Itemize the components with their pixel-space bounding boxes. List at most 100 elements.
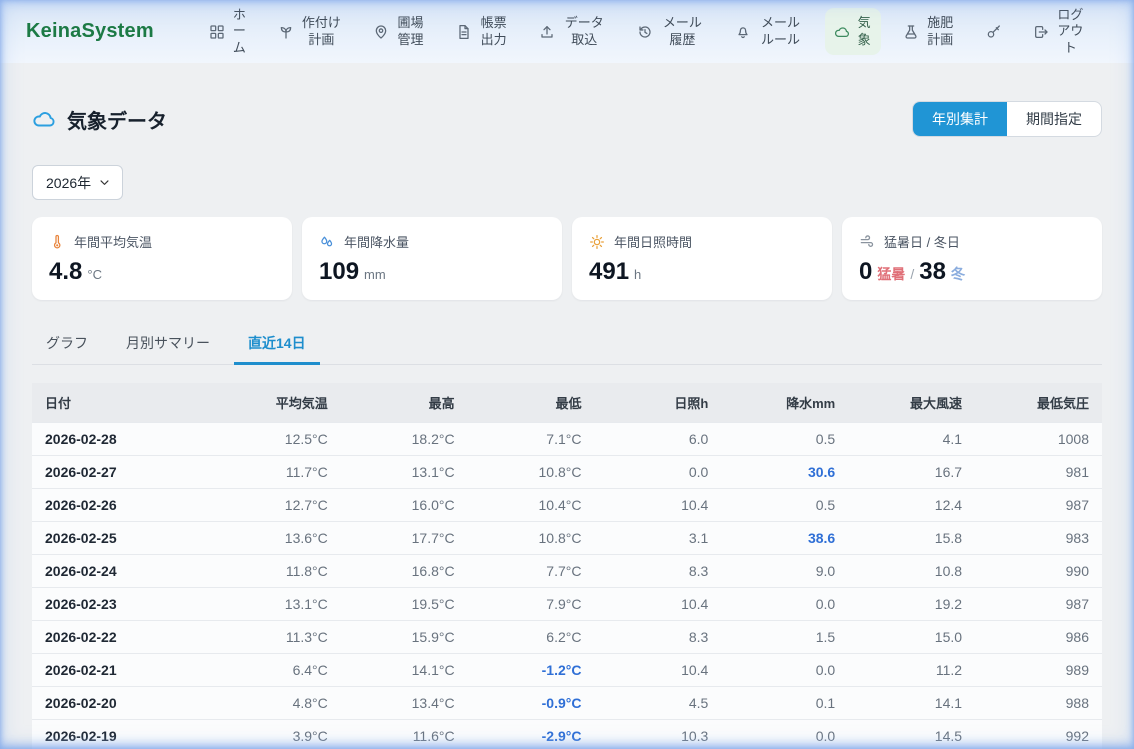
table-cell: 1.5 bbox=[721, 621, 848, 654]
date-cell: 2026-02-28 bbox=[32, 423, 214, 456]
table-row: 2026-02-2513.6°C17.7°C10.8°C3.138.615.89… bbox=[32, 522, 1102, 555]
stat-value-hot: 猛暑 bbox=[877, 264, 905, 284]
date-cell: 2026-02-20 bbox=[32, 687, 214, 720]
nav-item-label: データ取込 bbox=[562, 15, 606, 48]
table-cell: 15.0 bbox=[848, 621, 975, 654]
date-cell: 2026-02-22 bbox=[32, 621, 214, 654]
table-cell: 10.4°C bbox=[468, 489, 595, 522]
table-cell: 992 bbox=[975, 720, 1102, 749]
stat-label-text: 年間日照時間 bbox=[614, 232, 692, 251]
main-content: 気象データ 年別集計 期間指定 2026年 年間平均気温4.8°C年間降水量10… bbox=[0, 101, 1134, 749]
stat-label-text: 年間降水量 bbox=[344, 232, 409, 251]
seedling-icon bbox=[278, 24, 294, 40]
stat-card-value: 0猛暑/38冬 bbox=[859, 258, 1085, 286]
table-cell: 10.8°C bbox=[468, 522, 595, 555]
table-cell: 14.1°C bbox=[341, 654, 468, 687]
thermometer-icon bbox=[49, 234, 65, 250]
table-cell: 8.3 bbox=[594, 621, 721, 654]
table-cell: 19.2 bbox=[848, 588, 975, 621]
stat-value-sep: / bbox=[910, 266, 914, 282]
table-row: 2026-02-2612.7°C16.0°C10.4°C10.40.512.49… bbox=[32, 489, 1102, 522]
table-cell: 0.5 bbox=[721, 423, 848, 456]
column-header: 最低 bbox=[468, 383, 595, 423]
table-cell: 15.9°C bbox=[341, 621, 468, 654]
nav-item-field-management[interactable]: 圃場管理 bbox=[364, 8, 434, 55]
page-title-group: 気象データ bbox=[32, 105, 167, 134]
stat-value-big: 491 bbox=[589, 258, 629, 286]
nav-item-weather[interactable]: 気象 bbox=[825, 8, 881, 55]
upload-icon bbox=[539, 24, 555, 40]
nav-item-label: 作付け計画 bbox=[301, 15, 342, 48]
year-select[interactable]: 2026年 bbox=[32, 165, 123, 200]
nav-item-data-import[interactable]: データ取込 bbox=[530, 8, 615, 55]
stat-label-text: 猛暑日 / 冬日 bbox=[884, 232, 960, 251]
table-cell: 987 bbox=[975, 489, 1102, 522]
table-cell: 986 bbox=[975, 621, 1102, 654]
table-cell: 11.8°C bbox=[214, 555, 341, 588]
table-cell: 13.6°C bbox=[214, 522, 341, 555]
table-cell: 14.1 bbox=[848, 687, 975, 720]
table-cell: 12.7°C bbox=[214, 489, 341, 522]
table-cell: 16.0°C bbox=[341, 489, 468, 522]
table-cell: 30.6 bbox=[721, 456, 848, 489]
stat-card-label: 年間平均気温 bbox=[49, 232, 275, 251]
table-row: 2026-02-204.8°C13.4°C-0.9°C4.50.114.1988 bbox=[32, 687, 1102, 720]
nav-item-password[interactable] bbox=[977, 17, 1011, 47]
table-cell: 0.5 bbox=[721, 489, 848, 522]
table-cell: 0.0 bbox=[721, 720, 848, 749]
nav-item-planting-plan[interactable]: 作付け計画 bbox=[269, 8, 351, 55]
date-cell: 2026-02-21 bbox=[32, 654, 214, 687]
column-header: 平均気温 bbox=[214, 383, 341, 423]
date-cell: 2026-02-19 bbox=[32, 720, 214, 749]
map-pin-icon bbox=[373, 24, 389, 40]
nav-item-report-output[interactable]: 帳票出力 bbox=[447, 8, 517, 55]
table-header-row: 日付平均気温最高最低日照h降水mm最大風速最低気圧 bbox=[32, 383, 1102, 423]
cloud-icon bbox=[32, 107, 56, 131]
table-cell: 983 bbox=[975, 522, 1102, 555]
date-cell: 2026-02-27 bbox=[32, 456, 214, 489]
table-cell: 17.7°C bbox=[341, 522, 468, 555]
stat-value-unit: h bbox=[634, 267, 641, 282]
column-header: 最大風速 bbox=[848, 383, 975, 423]
bell-icon bbox=[735, 24, 751, 40]
nav-item-label: 圃場管理 bbox=[396, 15, 425, 48]
table-cell: 16.8°C bbox=[341, 555, 468, 588]
nav-item-fertilizer-plan[interactable]: 施肥計画 bbox=[894, 8, 964, 55]
stat-card-label: 年間日照時間 bbox=[589, 232, 815, 251]
column-header: 最高 bbox=[341, 383, 468, 423]
nav-item-mail-history[interactable]: メール履歴 bbox=[628, 8, 713, 55]
nav-item-label: メール履歴 bbox=[660, 15, 704, 48]
stat-value-big: 38 bbox=[919, 258, 946, 286]
nav-item-logout[interactable]: ログアウト bbox=[1024, 0, 1094, 63]
column-header: 降水mm bbox=[721, 383, 848, 423]
stat-value-cold: 冬 bbox=[951, 264, 965, 284]
tab-月別サマリー[interactable]: 月別サマリー bbox=[112, 326, 224, 365]
table-cell: 13.4°C bbox=[341, 687, 468, 720]
table-cell: 988 bbox=[975, 687, 1102, 720]
nav-item-mail-rules[interactable]: メールルール bbox=[726, 8, 811, 55]
document-icon bbox=[456, 24, 472, 40]
nav-item-label: 気象 bbox=[857, 15, 872, 48]
column-header: 日付 bbox=[32, 383, 214, 423]
table-cell: 981 bbox=[975, 456, 1102, 489]
yearly-summary-button[interactable]: 年別集計 bbox=[913, 102, 1007, 136]
tab-直近14日[interactable]: 直近14日 bbox=[234, 326, 320, 365]
table-cell: 10.4 bbox=[594, 654, 721, 687]
table-cell: 987 bbox=[975, 588, 1102, 621]
table-cell: 6.4°C bbox=[214, 654, 341, 687]
stat-value-big: 4.8 bbox=[49, 258, 82, 286]
wind-icon bbox=[859, 234, 875, 250]
page-title: 気象データ bbox=[67, 105, 167, 134]
table-cell: 6.2°C bbox=[468, 621, 595, 654]
stat-cards: 年間平均気温4.8°C年間降水量109mm年間日照時間491h猛暑日 / 冬日0… bbox=[32, 217, 1102, 300]
table-cell: 3.9°C bbox=[214, 720, 341, 749]
table-cell: 15.8 bbox=[848, 522, 975, 555]
tab-グラフ[interactable]: グラフ bbox=[32, 326, 102, 365]
period-select-button[interactable]: 期間指定 bbox=[1007, 102, 1101, 136]
table-cell: 12.5°C bbox=[214, 423, 341, 456]
nav-item-home[interactable]: ホーム bbox=[200, 0, 256, 63]
table-cell: 9.0 bbox=[721, 555, 848, 588]
cloud-icon bbox=[32, 107, 56, 131]
brand-logo[interactable]: KeinaSystem bbox=[26, 20, 154, 43]
table-cell: 990 bbox=[975, 555, 1102, 588]
